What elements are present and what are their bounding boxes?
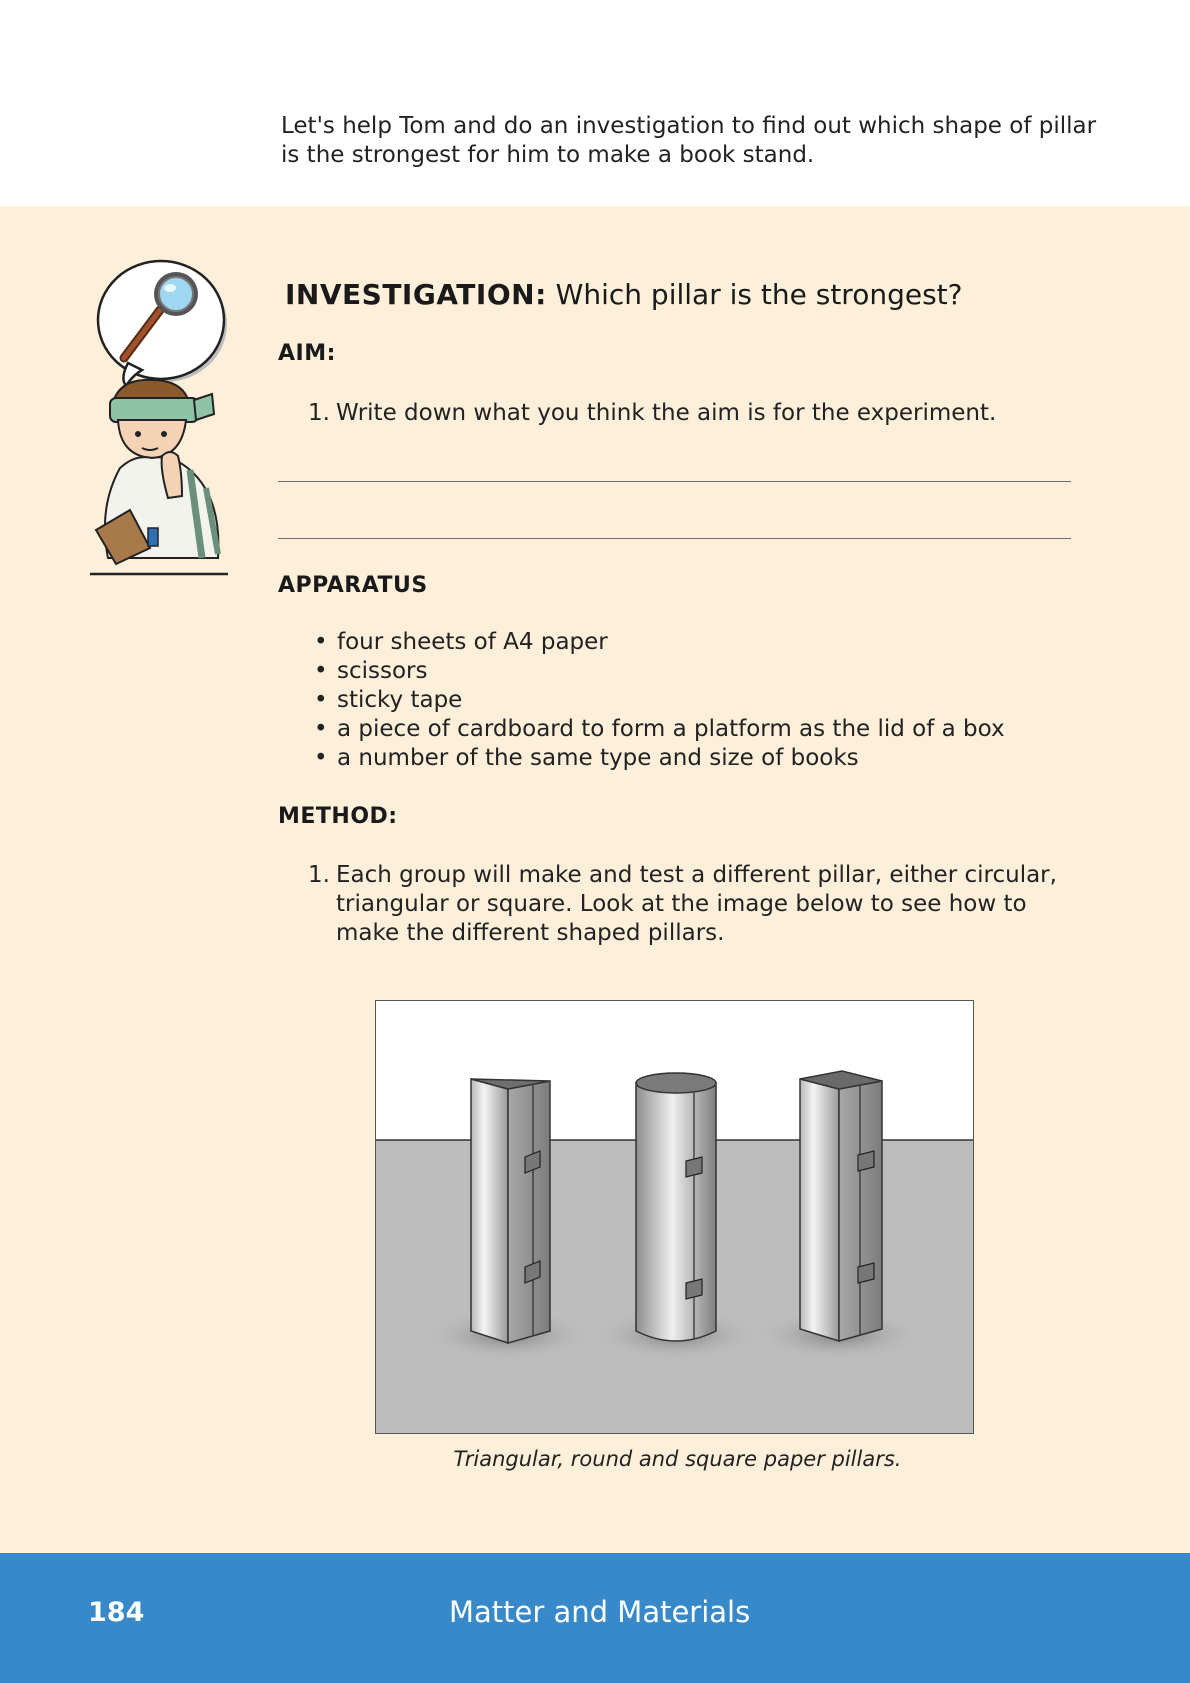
answer-line-1[interactable]: [278, 481, 1071, 482]
method-heading: METHOD:: [278, 804, 398, 829]
investigation-title: INVESTIGATION: Which pillar is the stron…: [285, 278, 963, 311]
apparatus-item: four sheets of A4 paper: [312, 628, 1005, 657]
intro-paragraph: Let's help Tom and do an investigation t…: [281, 113, 1097, 168]
aim-item-text: Write down what you think the aim is for…: [336, 400, 997, 426]
method-item-number: 1.: [308, 862, 330, 888]
apparatus-item: sticky tape: [312, 686, 1005, 715]
apparatus-heading: APPARATUS: [278, 573, 428, 598]
round-pillar: [635, 1072, 717, 1342]
figure-caption: Triangular, round and square paper pilla…: [453, 1447, 902, 1471]
aim-heading: AIM:: [278, 341, 336, 366]
apparatus-item: scissors: [312, 657, 1005, 686]
page-number: 184: [88, 1597, 145, 1628]
triangular-pillar: [470, 1078, 551, 1345]
page-footer: 184 Matter and Materials: [0, 1553, 1190, 1683]
apparatus-item: a number of the same type and size of bo…: [312, 744, 1005, 773]
square-pillar: [799, 1070, 883, 1343]
apparatus-list: four sheets of A4 paper scissors sticky …: [312, 628, 1005, 773]
investigation-label: INVESTIGATION:: [285, 278, 547, 311]
pillars-figure: [375, 1000, 974, 1434]
answer-line-2[interactable]: [278, 538, 1071, 539]
scientist-with-magnifying-glass-icon: [90, 259, 228, 576]
apparatus-item: a piece of cardboard to form a platform …: [312, 715, 1005, 744]
chapter-title: Matter and Materials: [449, 1595, 751, 1629]
aim-item-number: 1.: [308, 400, 330, 426]
method-item-text: Each group will make and test a differen…: [336, 862, 1057, 946]
investigation-question: Which pillar is the strongest?: [555, 278, 963, 311]
